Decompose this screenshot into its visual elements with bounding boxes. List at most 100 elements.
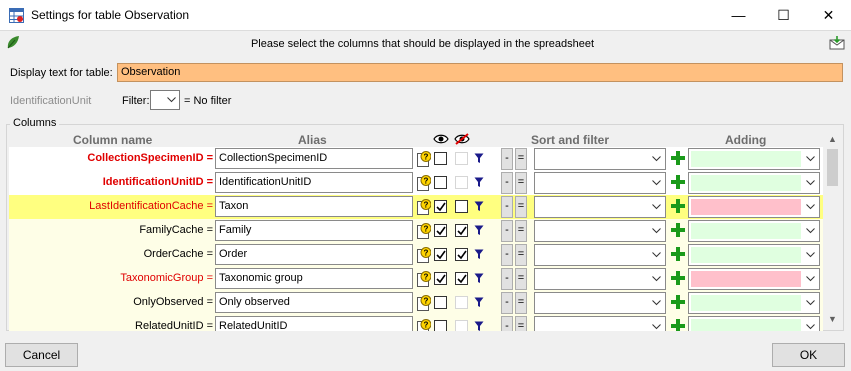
check-icon <box>457 250 467 260</box>
sort-filter-dropdown[interactable] <box>534 316 666 331</box>
minimize-button[interactable]: — <box>716 0 761 31</box>
filter-funnel-icon[interactable] <box>474 249 484 260</box>
alias-input[interactable]: Taxonomic group <box>215 268 413 289</box>
send-mail-icon[interactable] <box>829 36 845 50</box>
visible-checkbox[interactable] <box>434 272 447 285</box>
ok-button[interactable]: OK <box>772 343 845 367</box>
help-note-icon[interactable]: ? <box>417 247 431 263</box>
plus-icon[interactable] <box>671 151 685 165</box>
sort-operator-button[interactable]: = <box>515 244 527 266</box>
adding-dropdown[interactable] <box>688 268 820 290</box>
sort-remove-button[interactable]: - <box>501 316 513 331</box>
sort-remove-button[interactable]: - <box>501 196 513 218</box>
alias-input[interactable]: Taxon <box>215 196 413 217</box>
hidden-checkbox[interactable] <box>455 320 468 331</box>
adding-dropdown[interactable] <box>688 196 820 218</box>
plus-icon[interactable] <box>671 295 685 309</box>
help-note-icon[interactable]: ? <box>417 223 431 239</box>
visible-checkbox[interactable] <box>434 176 447 189</box>
sort-remove-button[interactable]: - <box>501 148 513 170</box>
adding-dropdown[interactable] <box>688 316 820 331</box>
sort-filter-dropdown[interactable] <box>534 196 666 218</box>
column-name: RelatedUnitID = <box>135 320 213 331</box>
sort-filter-dropdown[interactable] <box>534 244 666 266</box>
visible-checkbox[interactable] <box>434 200 447 213</box>
hidden-checkbox[interactable] <box>455 176 468 189</box>
hidden-checkbox[interactable] <box>455 296 468 309</box>
sort-remove-button[interactable]: - <box>501 268 513 290</box>
sort-remove-button[interactable]: - <box>501 172 513 194</box>
column-row: CollectionSpecimenID = CollectionSpecimen… <box>9 147 823 171</box>
plus-icon[interactable] <box>671 319 685 331</box>
hidden-checkbox[interactable] <box>455 248 468 261</box>
scroll-up-icon[interactable]: ▲ <box>824 131 841 148</box>
adding-dropdown[interactable] <box>688 244 820 266</box>
scroll-down-icon[interactable]: ▼ <box>824 311 841 328</box>
help-note-icon[interactable]: ? <box>417 175 431 191</box>
filter-funnel-icon[interactable] <box>474 201 484 212</box>
sort-filter-dropdown[interactable] <box>534 172 666 194</box>
filter-funnel-icon[interactable] <box>474 225 484 236</box>
check-icon <box>457 226 467 236</box>
adding-dropdown[interactable] <box>688 172 820 194</box>
chevron-down-icon <box>652 204 661 210</box>
hidden-checkbox[interactable] <box>455 152 468 165</box>
sort-remove-button[interactable]: - <box>501 244 513 266</box>
alias-input[interactable]: CollectionSpecimenID <box>215 148 413 169</box>
filter-funnel-icon[interactable] <box>474 321 484 331</box>
help-note-icon[interactable]: ? <box>417 319 431 331</box>
sort-filter-dropdown[interactable] <box>534 220 666 242</box>
cancel-button[interactable]: Cancel <box>5 343 78 367</box>
sort-remove-button[interactable]: - <box>501 292 513 314</box>
filter-dropdown[interactable] <box>150 90 180 110</box>
sort-filter-dropdown[interactable] <box>534 268 666 290</box>
alias-input[interactable]: Order <box>215 244 413 265</box>
close-button[interactable]: ✕ <box>806 0 851 31</box>
sort-operator-button[interactable]: = <box>515 196 527 218</box>
hidden-checkbox[interactable] <box>455 272 468 285</box>
chevron-down-icon <box>652 228 661 234</box>
plus-icon[interactable] <box>671 223 685 237</box>
plus-icon[interactable] <box>671 199 685 213</box>
adding-dropdown[interactable] <box>688 292 820 314</box>
visible-checkbox[interactable] <box>434 248 447 261</box>
alias-input[interactable]: IdentificationUnitID <box>215 172 413 193</box>
sort-operator-button[interactable]: = <box>515 172 527 194</box>
alias-input[interactable]: RelatedUnitID <box>215 316 413 331</box>
visible-checkbox[interactable] <box>434 320 447 331</box>
scroll-thumb[interactable] <box>827 149 838 186</box>
alias-input[interactable]: Only observed <box>215 292 413 313</box>
filter-funnel-icon[interactable] <box>474 297 484 308</box>
help-note-icon[interactable]: ? <box>417 271 431 287</box>
sort-operator-button[interactable]: = <box>515 292 527 314</box>
hidden-checkbox[interactable] <box>455 200 468 213</box>
visible-checkbox[interactable] <box>434 224 447 237</box>
plus-icon[interactable] <box>671 247 685 261</box>
maximize-button[interactable]: ☐ <box>761 0 806 31</box>
sort-operator-button[interactable]: = <box>515 316 527 331</box>
plus-icon[interactable] <box>671 271 685 285</box>
plus-icon[interactable] <box>671 175 685 189</box>
visible-checkbox[interactable] <box>434 296 447 309</box>
visible-checkbox[interactable] <box>434 152 447 165</box>
sort-operator-button[interactable]: = <box>515 148 527 170</box>
sort-operator-button[interactable]: = <box>515 268 527 290</box>
help-note-icon[interactable]: ? <box>417 151 431 167</box>
filter-funnel-icon[interactable] <box>474 177 484 188</box>
adding-dropdown[interactable] <box>688 148 820 170</box>
help-note-icon[interactable]: ? <box>417 295 431 311</box>
display-text-input[interactable]: Observation <box>117 63 843 82</box>
filter-funnel-icon[interactable] <box>474 273 484 284</box>
adding-value <box>691 151 801 167</box>
alias-input[interactable]: Family <box>215 220 413 241</box>
sort-filter-dropdown[interactable] <box>534 292 666 314</box>
sort-operator-button[interactable]: = <box>515 220 527 242</box>
column-row: OnlyObserved = Only observed? - = <box>9 291 823 315</box>
sort-filter-dropdown[interactable] <box>534 148 666 170</box>
help-note-icon[interactable]: ? <box>417 199 431 215</box>
hidden-checkbox[interactable] <box>455 224 468 237</box>
vertical-scrollbar[interactable]: ▲ ▼ <box>824 131 841 328</box>
adding-dropdown[interactable] <box>688 220 820 242</box>
sort-remove-button[interactable]: - <box>501 220 513 242</box>
filter-funnel-icon[interactable] <box>474 153 484 164</box>
